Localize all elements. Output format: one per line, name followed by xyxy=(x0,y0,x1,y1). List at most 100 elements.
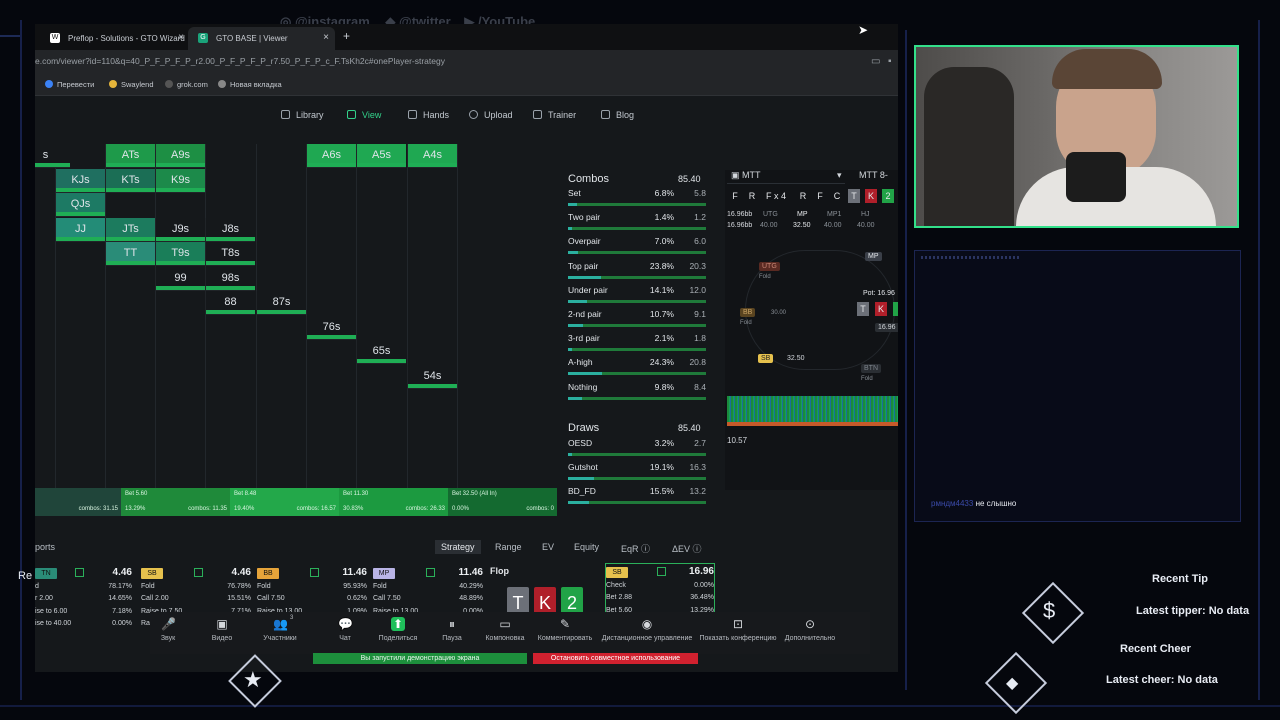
extension-icon[interactable]: ▪ xyxy=(888,56,892,67)
zoom-button-9[interactable]: ⊡ Показать конференцию xyxy=(693,612,783,642)
action-row[interactable]: Call 7.50 0.62% xyxy=(257,595,367,607)
zoom-button-5[interactable]: ⏸ Пауза xyxy=(422,612,482,642)
action-raise[interactable]: R xyxy=(746,189,758,203)
hand-cell[interactable]: 98s xyxy=(205,266,255,291)
play-icon[interactable] xyxy=(194,568,203,577)
action-row[interactable]: Call 7.50 48.89% xyxy=(373,595,483,607)
hand-cell[interactable]: QJs xyxy=(55,193,105,217)
bookmark-new-tab[interactable]: Новая вкладка xyxy=(218,80,282,89)
action-call[interactable]: C xyxy=(831,189,843,203)
tab-dev[interactable]: ΔEV ⓘ xyxy=(672,542,702,555)
zoom-button-10[interactable]: ⊙ Дополнительно xyxy=(780,612,840,642)
nav-library[interactable]: Library xyxy=(281,110,324,120)
action-fold[interactable]: F xyxy=(814,189,826,203)
combo-row[interactable]: Overpair 7.0% 6.0 xyxy=(568,236,710,260)
tab-preflop[interactable]: W Preflop - Solutions - GTO Wizard × xyxy=(40,27,190,50)
hand-cell[interactable]: 76s xyxy=(306,315,356,340)
hand-cell[interactable]: KJs xyxy=(55,168,105,193)
action-row[interactable]: Fold 40.29% xyxy=(373,583,483,595)
zoom-button-1[interactable]: ▣ Видео xyxy=(192,612,252,642)
nav-upload[interactable]: Upload xyxy=(469,110,513,120)
bookmark-translate[interactable]: Перевести xyxy=(45,80,94,89)
tab-eqr[interactable]: EqR ⓘ xyxy=(621,542,650,555)
combo-row[interactable]: Two pair 1.4% 1.2 xyxy=(568,212,710,236)
tab-equity[interactable]: Equity xyxy=(574,542,599,552)
combo-row[interactable]: 3-rd pair 2.1% 1.8 xyxy=(568,333,710,357)
zoom-button-3[interactable]: 💬 Чат xyxy=(315,612,375,642)
action-row[interactable]: d 78.17% xyxy=(35,583,132,595)
tab-strategy[interactable]: Strategy xyxy=(435,540,481,554)
strategy-segment[interactable]: Bet 5.60 13.29% combos: 11.35 xyxy=(121,488,230,516)
tab-ev[interactable]: EV xyxy=(542,542,554,552)
action-card[interactable]: TN 4.46 d 78.17% r 2.00 14.65% ise to 6.00 7.18… xyxy=(35,565,132,641)
stop-sharing-button[interactable]: Остановить совместное использование xyxy=(533,653,698,664)
hand-cell[interactable]: ATs xyxy=(105,144,155,168)
play-icon[interactable] xyxy=(426,568,435,577)
hand-cell[interactable]: 54s xyxy=(407,364,457,389)
combo-row[interactable]: OESD 3.2% 2.7 xyxy=(568,438,710,462)
hand-cell[interactable]: T8s xyxy=(205,242,255,266)
strategy-segment[interactable]: combos: 31.15 xyxy=(35,488,121,516)
zoom-button-6[interactable]: ▭ Компоновка xyxy=(475,612,535,642)
action-row[interactable]: Fold 95.93% xyxy=(257,583,367,595)
hand-cell[interactable]: 88 xyxy=(205,291,255,315)
zoom-button-4[interactable]: ⬆ Поделиться xyxy=(368,612,428,642)
action-row[interactable]: ise to 6.00 7.18% xyxy=(35,608,132,620)
play-icon[interactable] xyxy=(75,568,84,577)
action-row[interactable]: Bet 2.88 36.48% xyxy=(606,594,714,606)
play-icon[interactable] xyxy=(310,568,319,577)
combo-row[interactable]: BD_FD 15.5% 13.2 xyxy=(568,486,710,510)
strategy-segment[interactable]: Bet 11.30 30.83% combos: 26.33 xyxy=(339,488,448,516)
hand-cell[interactable]: s xyxy=(35,144,70,168)
strategy-segment[interactable]: Bet 8.48 19.40% combos: 16.57 xyxy=(230,488,339,516)
zoom-button-7[interactable]: ✎ Комментировать xyxy=(535,612,595,642)
nav-blog[interactable]: Blog xyxy=(601,110,634,120)
strategy-segment[interactable]: Bet 32.50 (All In) 0.00% combos: 0 xyxy=(448,488,557,516)
action-row[interactable]: Call 2.00 15.51% xyxy=(141,595,251,607)
nav-view[interactable]: View xyxy=(347,110,381,120)
action-row[interactable]: r 2.00 14.65% xyxy=(35,595,132,607)
combo-row[interactable]: A-high 24.3% 20.8 xyxy=(568,357,710,381)
tab-range[interactable]: Range xyxy=(495,542,522,552)
format-select-2[interactable]: MTT 8- xyxy=(859,170,888,180)
hand-cell[interactable]: J9s xyxy=(155,217,205,242)
hand-cell[interactable]: A4s xyxy=(407,144,457,168)
hand-cell[interactable]: JTs xyxy=(105,217,155,242)
zoom-button-2[interactable]: 👥 Участники xyxy=(250,612,310,642)
combo-row[interactable]: Gutshot 19.1% 16.3 xyxy=(568,462,710,486)
action-row[interactable]: ise to 40.00 0.00% xyxy=(35,620,132,632)
combo-row[interactable]: Top pair 23.8% 20.3 xyxy=(568,261,710,285)
nav-hands[interactable]: Hands xyxy=(408,110,449,120)
hand-cell[interactable]: 99 xyxy=(155,266,205,291)
address-bar[interactable]: e.com/viewer?id=110&q=40_P_F_P_F_P_r2.00… xyxy=(35,50,898,74)
bookmark-grok[interactable]: grok.com xyxy=(165,80,208,89)
close-icon[interactable]: × xyxy=(323,32,329,43)
combo-row[interactable]: Under pair 14.1% 12.0 xyxy=(568,285,710,309)
hand-cell[interactable]: K9s xyxy=(155,168,205,193)
action-fold[interactable]: F xyxy=(729,189,741,203)
combo-row[interactable]: 2-nd pair 10.7% 9.1 xyxy=(568,309,710,333)
hand-cell[interactable]: JJ xyxy=(55,217,105,242)
hand-cell[interactable]: A9s xyxy=(155,144,205,168)
hand-cell[interactable]: A6s xyxy=(306,144,356,168)
url-text[interactable]: e.com/viewer?id=110&q=40_P_F_P_F_P_r2.00… xyxy=(35,56,445,66)
tab-gto-base[interactable]: G GTO BASE | Viewer × xyxy=(188,27,335,50)
hand-cell[interactable]: TT xyxy=(105,242,155,266)
play-icon[interactable] xyxy=(657,567,666,576)
combo-row[interactable]: Nothing 9.8% 8.4 xyxy=(568,382,710,406)
format-select[interactable]: ▣ MTT ▾ xyxy=(727,170,845,184)
close-icon[interactable]: × xyxy=(178,32,184,43)
hand-cell[interactable]: A5s xyxy=(356,144,406,168)
cast-icon[interactable]: ▭ xyxy=(871,56,880,67)
action-fold-x4[interactable]: F x 4 xyxy=(763,189,789,203)
bookmark-swaylend[interactable]: Swaylend xyxy=(109,80,154,89)
hand-cell[interactable]: 87s xyxy=(256,291,306,315)
new-tab-icon[interactable]: + xyxy=(343,29,350,43)
zoom-button-0[interactable]: 🎤 Звук xyxy=(138,612,198,642)
action-row[interactable]: Check 0.00% xyxy=(606,582,714,594)
zoom-button-8[interactable]: ◉ Дистанционное управление xyxy=(597,612,697,642)
hand-cell[interactable]: KTs xyxy=(105,168,155,193)
hand-cell[interactable]: 65s xyxy=(356,340,406,364)
ev-timeline[interactable] xyxy=(727,396,898,422)
hand-cell[interactable]: J8s xyxy=(205,217,255,242)
